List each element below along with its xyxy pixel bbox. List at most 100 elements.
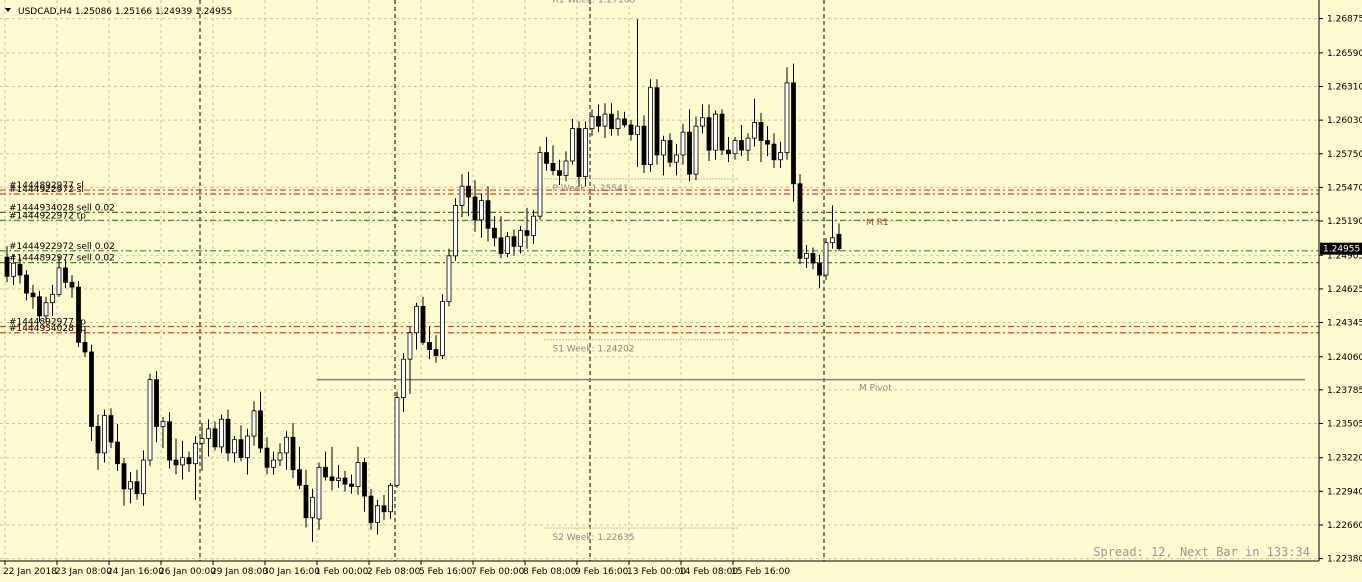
candle-body (355, 462, 361, 487)
candle-body (550, 162, 556, 171)
candle-body (817, 262, 822, 276)
candle-body (375, 505, 380, 523)
candle-body (427, 341, 432, 350)
x-tick-label: 5 Feb 16:00 (419, 567, 473, 577)
candle-body (219, 418, 224, 448)
candle-body (17, 263, 23, 276)
y-tick-label: 1.23785 (1327, 386, 1362, 396)
x-tick-label: 23 Jan 08:00 (55, 567, 112, 577)
x-tick-label: 1 Feb 00:00 (315, 567, 369, 577)
x-tick-label: 9 Feb 16:00 (575, 567, 629, 577)
candle-body (446, 255, 452, 302)
candle-body (485, 200, 491, 229)
candle-body (745, 137, 751, 151)
candle-body (765, 140, 770, 145)
candle-body (622, 118, 627, 126)
candle-body (381, 505, 387, 513)
symbol-info: USDCAD,H4 1.25086 1.25166 1.24939 1.2495… (18, 7, 232, 17)
candle-body (531, 215, 536, 236)
candle-body (134, 481, 140, 495)
candle-body (674, 154, 679, 163)
candle-body (186, 457, 192, 465)
x-tick-label: 2 Feb 08:00 (367, 567, 421, 577)
candle-body (576, 128, 582, 177)
candle-body (225, 418, 231, 454)
order-line-label: #1444922972 sell 0.02 (9, 242, 115, 252)
price-chart[interactable]: R1 Week: 1.27108 P Week: 1.25541 S1 Week: … (0, 0, 1362, 582)
candle-body (82, 341, 88, 353)
candle-body (277, 452, 283, 461)
candle-body (453, 205, 458, 257)
order-line-label: #1444892977 sell 0.02 (9, 254, 115, 264)
candle-body (583, 128, 588, 177)
candle-body (784, 82, 790, 153)
candle-body (284, 436, 289, 454)
candle-body (251, 410, 257, 437)
candle-body (232, 439, 237, 454)
plot-area[interactable] (0, 0, 1319, 561)
candle-body (700, 117, 705, 127)
y-tick-label: 1.25750 (1327, 150, 1362, 160)
candle-body (726, 149, 731, 155)
y-tick-label: 1.22380 (1327, 555, 1362, 565)
candle-body (466, 185, 471, 198)
candle-body (245, 435, 250, 459)
candle-body (121, 463, 127, 490)
candle-body (24, 274, 29, 294)
candle-body (102, 415, 107, 454)
candle-body (810, 253, 816, 264)
candle-body (89, 351, 94, 427)
y-tick-label: 1.26030 (1327, 116, 1362, 126)
candle-body (290, 436, 296, 471)
candle-body (511, 236, 517, 247)
order-line-label: #1444922972 sl (9, 185, 84, 195)
candle-body (758, 122, 764, 141)
candle-body (797, 183, 803, 259)
current-price-label: 1.24955 (1323, 245, 1360, 255)
candle-body (706, 117, 712, 151)
candle-body (420, 305, 426, 343)
candle-body (823, 242, 829, 276)
candle-body (596, 116, 601, 127)
x-tick-label: 13 Feb 00:00 (627, 567, 686, 577)
candle-body (160, 421, 166, 427)
candle-body (680, 131, 686, 156)
candle-body (388, 484, 393, 513)
order-line-label: #1444934028 tp (9, 324, 86, 334)
time-axis[interactable]: 22 Jan 201823 Jan 08:0024 Jan 16:0026 Ja… (0, 560, 1319, 577)
candle-body (635, 125, 640, 135)
candle-body (557, 170, 562, 176)
candle-body (589, 116, 595, 129)
candle-body (498, 237, 504, 254)
candle-body (804, 253, 809, 259)
candle-body (472, 196, 478, 221)
candle-body (303, 484, 309, 519)
candle-body (648, 87, 653, 165)
candle-body (141, 459, 146, 495)
x-tick-label: 22 Jan 2018 (3, 567, 57, 577)
candle-body (264, 447, 270, 468)
x-tick-label: 8 Feb 08:00 (523, 567, 577, 577)
candle-body (628, 124, 634, 135)
candle-body (316, 466, 322, 520)
price-axis[interactable]: 1.26875 1.26590 1.26310 1.26030 1.25750 1.254… (1318, 0, 1362, 565)
candle-body (609, 113, 614, 129)
candle-body (43, 302, 49, 317)
candle-body (115, 441, 120, 465)
candle-body (11, 262, 16, 277)
candle-body (56, 267, 62, 295)
candle-body (349, 483, 354, 487)
y-tick-label: 1.24345 (1327, 319, 1362, 329)
x-tick-label: 14 Feb 08:00 (679, 567, 738, 577)
candle-body (199, 438, 205, 444)
order-line-label: #1444922972 tp (9, 211, 86, 221)
candle-body (76, 286, 81, 343)
y-tick-label: 1.26310 (1327, 82, 1362, 92)
candle-body (518, 230, 523, 247)
candle-body (368, 495, 374, 523)
pivot-level-label: S1 Week: 1.24202 (553, 345, 635, 355)
candle-body (297, 469, 302, 486)
candle-body (459, 185, 465, 206)
x-tick-label: 15 Feb 16:00 (731, 567, 790, 577)
status-text: Spread: 12, Next Bar in 133:34 (1093, 545, 1310, 559)
